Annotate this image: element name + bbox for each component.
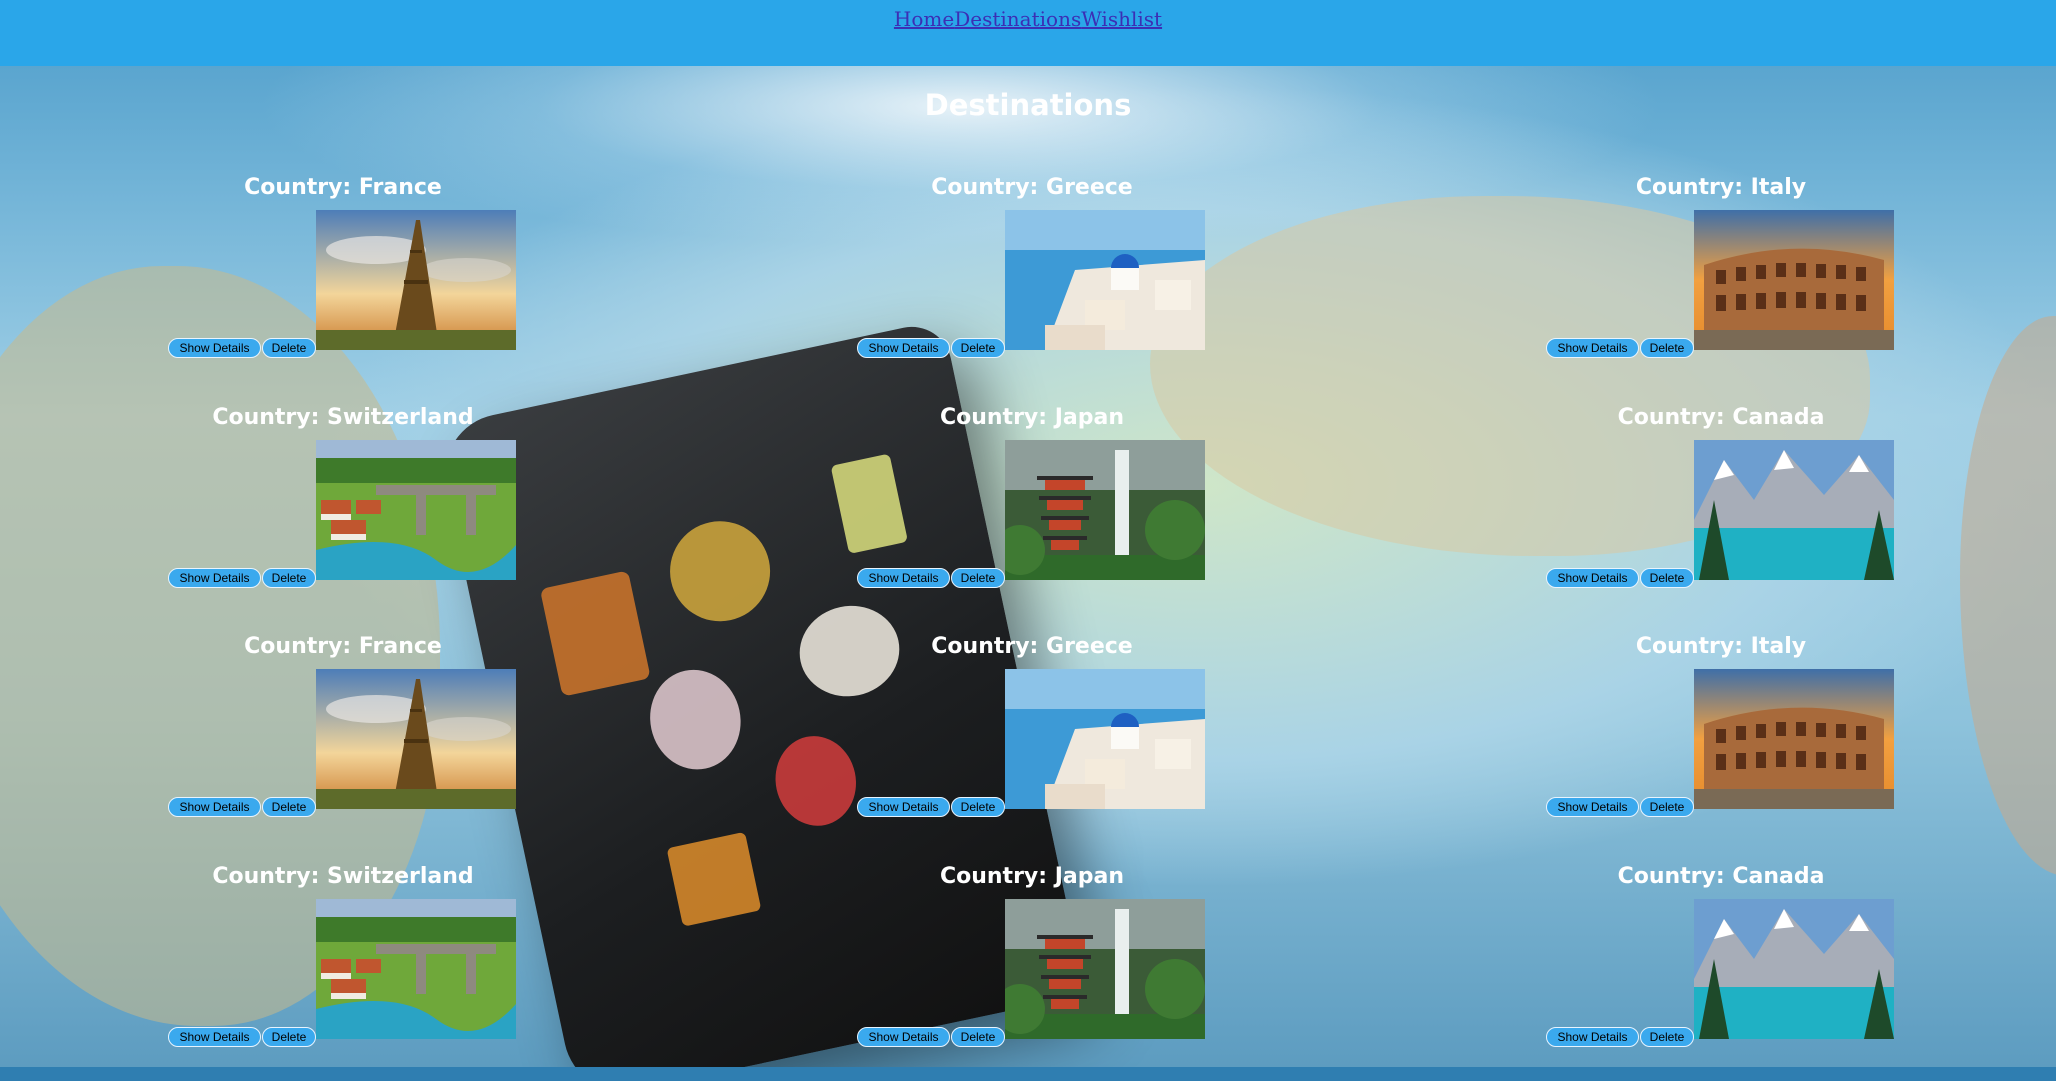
destination-country-title: Country: Switzerland bbox=[212, 864, 474, 889]
destination-card: Country: France Show Details Delete bbox=[168, 175, 578, 395]
show-details-button[interactable]: Show Details bbox=[168, 1027, 261, 1047]
destination-photo bbox=[316, 899, 516, 1039]
show-details-button[interactable]: Show Details bbox=[1546, 568, 1639, 588]
nav-link-destinations[interactable]: Destinations bbox=[954, 7, 1081, 31]
destination-country-title: Country: Italy bbox=[1635, 175, 1807, 200]
destination-photo bbox=[1005, 669, 1205, 809]
destination-country-title: Country: France bbox=[244, 175, 442, 200]
delete-button[interactable]: Delete bbox=[951, 568, 1005, 588]
delete-button[interactable]: Delete bbox=[1640, 1027, 1694, 1047]
destination-country-title: Country: France bbox=[244, 634, 442, 659]
destination-card: Country: Switzerland Show Details Delete bbox=[168, 864, 578, 1081]
delete-button[interactable]: Delete bbox=[262, 568, 316, 588]
map-landmass bbox=[1960, 316, 2056, 876]
destination-country-title: Country: Switzerland bbox=[212, 405, 474, 430]
destination-card: Country: Greece Show Details Delete bbox=[857, 634, 1267, 854]
destination-card: Country: France Show Details Delete bbox=[168, 634, 578, 854]
destination-card: Country: Italy Show Details Delete bbox=[1546, 175, 1956, 395]
delete-button[interactable]: Delete bbox=[262, 797, 316, 817]
sticker bbox=[660, 511, 780, 631]
destination-country-title: Country: Japan bbox=[939, 405, 1125, 430]
destination-card: Country: Canada Show Details Delete bbox=[1546, 405, 1956, 625]
delete-button[interactable]: Delete bbox=[262, 1027, 316, 1047]
delete-button[interactable]: Delete bbox=[1640, 797, 1694, 817]
sticker bbox=[666, 831, 762, 927]
destination-card: Country: Italy Show Details Delete bbox=[1546, 634, 1956, 854]
destination-card: Country: Canada Show Details Delete bbox=[1546, 864, 1956, 1081]
destination-card: Country: Greece Show Details Delete bbox=[857, 175, 1267, 395]
show-details-button[interactable]: Show Details bbox=[168, 338, 261, 358]
show-details-button[interactable]: Show Details bbox=[168, 797, 261, 817]
destination-photo bbox=[1005, 440, 1205, 580]
destination-card: Country: Switzerland Show Details Delete bbox=[168, 405, 578, 625]
delete-button[interactable]: Delete bbox=[262, 338, 316, 358]
show-details-button[interactable]: Show Details bbox=[1546, 1027, 1639, 1047]
delete-button[interactable]: Delete bbox=[1640, 568, 1694, 588]
destination-photo bbox=[1005, 210, 1205, 350]
destination-photo bbox=[316, 440, 516, 580]
destination-card: Country: Japan Show Details Delete bbox=[857, 864, 1267, 1081]
delete-button[interactable]: Delete bbox=[951, 338, 1005, 358]
destination-photo bbox=[316, 669, 516, 809]
show-details-button[interactable]: Show Details bbox=[857, 568, 950, 588]
show-details-button[interactable]: Show Details bbox=[168, 568, 261, 588]
destination-photo bbox=[316, 210, 516, 350]
destination-country-title: Country: Greece bbox=[931, 634, 1133, 659]
show-details-button[interactable]: Show Details bbox=[857, 1027, 950, 1047]
destination-photo bbox=[1694, 669, 1894, 809]
destination-photo bbox=[1694, 210, 1894, 350]
show-details-button[interactable]: Show Details bbox=[1546, 338, 1639, 358]
destination-photo bbox=[1694, 440, 1894, 580]
delete-button[interactable]: Delete bbox=[1640, 338, 1694, 358]
destination-photo bbox=[1694, 899, 1894, 1039]
show-details-button[interactable]: Show Details bbox=[857, 797, 950, 817]
destination-country-title: Country: Japan bbox=[939, 864, 1125, 889]
top-navbar: HomeDestinationsWishlist bbox=[0, 0, 2056, 66]
destination-photo bbox=[1005, 899, 1205, 1039]
delete-button[interactable]: Delete bbox=[951, 797, 1005, 817]
destination-country-title: Country: Canada bbox=[1617, 864, 1825, 889]
destination-card: Country: Japan Show Details Delete bbox=[857, 405, 1267, 625]
destination-country-title: Country: Greece bbox=[931, 175, 1133, 200]
destination-country-title: Country: Italy bbox=[1635, 634, 1807, 659]
page-title: Destinations bbox=[924, 88, 1132, 122]
nav-link-home[interactable]: Home bbox=[894, 7, 954, 31]
nav-links: HomeDestinationsWishlist bbox=[894, 0, 1162, 31]
delete-button[interactable]: Delete bbox=[951, 1027, 1005, 1047]
sticker bbox=[640, 661, 750, 778]
show-details-button[interactable]: Show Details bbox=[1546, 797, 1639, 817]
sticker bbox=[767, 728, 865, 834]
destination-country-title: Country: Canada bbox=[1617, 405, 1825, 430]
show-details-button[interactable]: Show Details bbox=[857, 338, 950, 358]
nav-link-wishlist[interactable]: Wishlist bbox=[1081, 7, 1162, 31]
